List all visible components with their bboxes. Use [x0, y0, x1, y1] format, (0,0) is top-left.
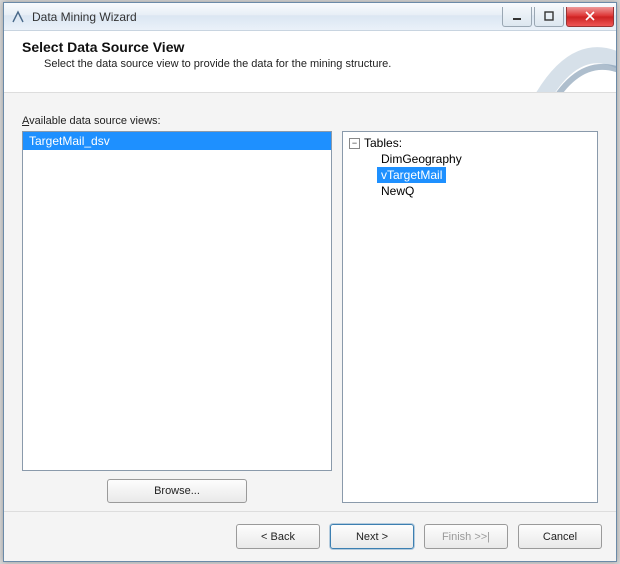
tree-item[interactable]: DimGeography [377, 151, 466, 167]
page-title: Select Data Source View [22, 39, 600, 55]
back-button[interactable]: < Back [236, 524, 320, 549]
cancel-button[interactable]: Cancel [518, 524, 602, 549]
minimize-button[interactable] [502, 7, 532, 27]
wizard-header: Select Data Source View Select the data … [4, 31, 616, 93]
wizard-body: Available data source views: TargetMail_… [4, 93, 616, 511]
app-icon [10, 9, 26, 25]
finish-button[interactable]: Finish >>| [424, 524, 508, 549]
tree-root[interactable]: − Tables: [349, 136, 591, 150]
browse-row: Browse... [22, 479, 332, 503]
tree-root-label: Tables: [364, 136, 402, 150]
browse-button[interactable]: Browse... [107, 479, 247, 503]
maximize-button[interactable] [534, 7, 564, 27]
tree-item[interactable]: NewQ [377, 183, 418, 199]
tree-item[interactable]: vTargetMail [377, 167, 446, 183]
dsv-listbox[interactable]: TargetMail_dsv [22, 131, 332, 471]
available-dsv-label: Available data source views: [22, 115, 598, 127]
window-title: Data Mining Wizard [32, 10, 500, 24]
tree-children: DimGeographyvTargetMailNewQ [377, 151, 591, 199]
right-column: − Tables: DimGeographyvTargetMailNewQ [342, 131, 598, 503]
tables-tree[interactable]: − Tables: DimGeographyvTargetMailNewQ [342, 131, 598, 503]
wizard-footer: < Back Next > Finish >>| Cancel [4, 511, 616, 561]
left-column: TargetMail_dsv Browse... [22, 131, 332, 503]
panels: TargetMail_dsv Browse... − Tables: DimGe… [22, 131, 598, 503]
window-controls [500, 7, 614, 27]
expand-collapse-icon[interactable]: − [349, 138, 360, 149]
next-button[interactable]: Next > [330, 524, 414, 549]
titlebar: Data Mining Wizard [4, 3, 616, 31]
list-item[interactable]: TargetMail_dsv [23, 132, 331, 150]
close-button[interactable] [566, 7, 614, 27]
wizard-window: Data Mining Wizard Select Data Source Vi… [3, 2, 617, 562]
header-graphic-icon [516, 31, 616, 93]
